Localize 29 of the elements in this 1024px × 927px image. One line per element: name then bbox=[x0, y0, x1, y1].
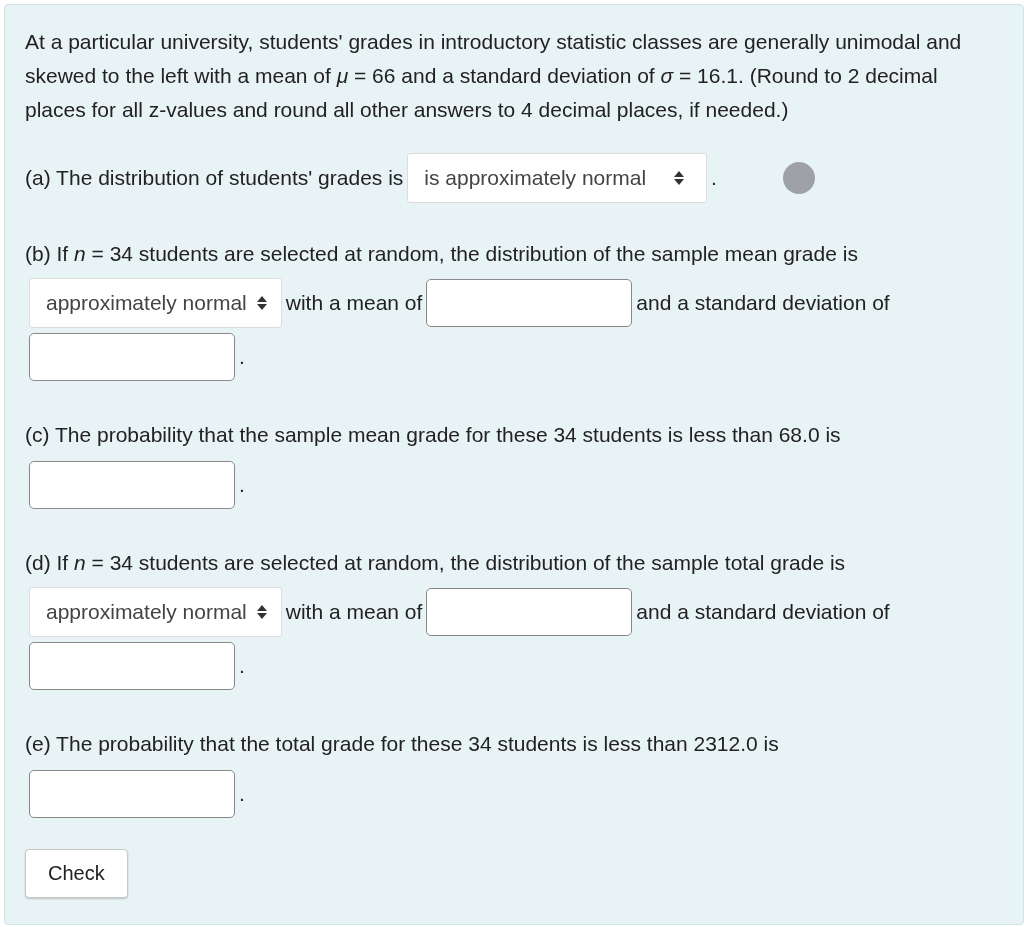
question-text: (d) If n = 34 students are selected at random, the distribution of the sample total grade is bbox=[25, 551, 846, 575]
up-down-arrow-icon bbox=[256, 605, 267, 620]
answer-field[interactable] bbox=[426, 279, 633, 328]
up-down-arrow-icon bbox=[256, 296, 267, 311]
question-text: . bbox=[711, 166, 717, 189]
answer-field[interactable] bbox=[426, 588, 633, 637]
answer-field[interactable] bbox=[29, 333, 235, 382]
dropdown[interactable]: is approximately normal bbox=[407, 153, 708, 203]
question-text: with a mean of bbox=[285, 600, 423, 624]
question-text: (b) If n = 34 students are selected at random, the distribution of the sample mean grade is bbox=[25, 242, 858, 266]
question-text: and a standard deviation of bbox=[636, 291, 890, 315]
answer-field[interactable] bbox=[29, 769, 235, 818]
dropdown[interactable]: approximately normal bbox=[29, 278, 282, 329]
up-down-arrow-icon bbox=[674, 171, 685, 185]
question-text: . bbox=[239, 472, 245, 496]
answer-field[interactable] bbox=[29, 460, 235, 509]
question-text: . bbox=[239, 781, 245, 805]
question-text: . bbox=[239, 654, 245, 678]
question-text: and a standard deviation of bbox=[636, 600, 890, 624]
question-text: with a mean of bbox=[285, 291, 423, 315]
dropdown[interactable]: approximately normal bbox=[29, 587, 282, 638]
check-button[interactable]: Check bbox=[25, 848, 128, 898]
question-text: (e) The probability that the total grade for these 34 students is less than 2312.0 is bbox=[25, 732, 779, 756]
question-text: (a) The distribution of students' grades is bbox=[25, 166, 404, 189]
answer-field[interactable] bbox=[29, 642, 235, 691]
circle-icon bbox=[782, 162, 815, 194]
question-text: (c) The probability that the sample mean grade for these 34 students is less than 68.0 is bbox=[25, 423, 841, 447]
question-text: At a particular university, students' grades in introductory statistic classes are generally unimodal and skewed to the left with a mean of μ = 66 and a standard deviation of σ = 16.1. (Round to 2 decimal places for all z-values and round all other answers to 4 decimal places, if needed.) bbox=[25, 29, 963, 123]
question-text: . bbox=[239, 345, 245, 369]
